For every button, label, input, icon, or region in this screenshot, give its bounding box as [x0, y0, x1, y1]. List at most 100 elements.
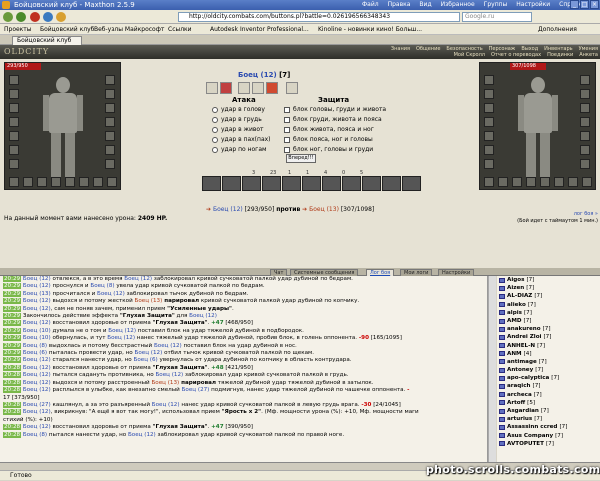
equip-slot[interactable]	[9, 131, 19, 141]
menu-settings[interactable]: Настройки	[516, 0, 550, 10]
game-menu-fights[interactable]: Поединки	[547, 52, 573, 58]
tab-my-logs[interactable]: Мои логи	[400, 269, 433, 276]
user-list-item[interactable]: AVTOPUTET [7]	[497, 440, 600, 448]
address-bar[interactable]: http://oldcity.combats.com/buttons.pl?ba…	[178, 12, 460, 22]
user-name[interactable]: AVTOPUTET	[507, 440, 544, 448]
user-name[interactable]: alieko	[507, 301, 526, 309]
user-name[interactable]: alpis	[507, 309, 522, 317]
log-player-name[interactable]: Боец (12)	[23, 409, 51, 415]
equip-slot[interactable]	[498, 177, 508, 187]
game-menu-transfers[interactable]: Отчет о переводах	[491, 52, 541, 58]
game-menu-scroll[interactable]: Мой Скролл	[454, 52, 485, 58]
log-player-name[interactable]: Боец (12)	[124, 276, 152, 282]
log-player-name[interactable]: Боец (12)	[97, 291, 125, 297]
user-name[interactable]: Aizen	[507, 284, 524, 292]
equip-slot[interactable]	[37, 177, 47, 187]
user-list-item[interactable]: archeca [7]	[497, 391, 600, 399]
radio-icon[interactable]	[212, 116, 218, 123]
tab-system-messages[interactable]: Системные сообщения	[290, 269, 359, 276]
log-player-name[interactable]: Боец (12)	[23, 365, 51, 371]
checkbox-icon[interactable]	[284, 106, 290, 113]
radio-icon[interactable]	[212, 126, 218, 133]
maximize-button[interactable]: □	[580, 0, 589, 9]
defense-option-3[interactable]: блок живота, пояса и ног	[284, 125, 374, 134]
equip-slot[interactable]	[512, 177, 522, 187]
defense-option-2[interactable]: блок груди, живота и пояса	[284, 115, 382, 124]
user-name[interactable]: arturius	[507, 415, 532, 423]
user-name[interactable]: apo-calyptica	[507, 374, 549, 382]
scroll-icon[interactable]	[252, 82, 264, 94]
user-list-item[interactable]: antimage [7]	[497, 358, 600, 366]
stop-icon[interactable]	[30, 12, 40, 22]
equip-slot[interactable]	[580, 159, 590, 169]
checkbox-icon[interactable]	[284, 146, 290, 153]
equip-slot[interactable]	[484, 75, 494, 85]
user-list-item[interactable]: Antoney [7]	[497, 366, 600, 374]
log-player-name[interactable]: Боец (8)	[90, 283, 114, 289]
attack-chest[interactable]: удар в грудь	[212, 115, 262, 124]
tab-chat[interactable]: Чат	[270, 269, 288, 276]
user-name[interactable]: Aigos	[507, 276, 524, 284]
fav-projects[interactable]: Проекты	[4, 24, 32, 35]
log-player-name[interactable]: Боец (27)	[23, 402, 51, 408]
minimize-button[interactable]: _	[570, 0, 579, 9]
skill-slot[interactable]	[342, 176, 361, 191]
log-player-name[interactable]: Боец (10)	[23, 328, 51, 334]
equip-slot[interactable]	[580, 75, 590, 85]
log-player-name[interactable]: Боец (13)	[151, 380, 179, 386]
refresh-battle-icon[interactable]	[286, 82, 298, 94]
fight-log-link[interactable]: лог боя »	[500, 211, 598, 218]
equip-slot[interactable]	[105, 75, 115, 85]
user-list-item[interactable]: Asgardian [7]	[497, 407, 600, 415]
user-list-item[interactable]: anakureno [7]	[497, 325, 600, 333]
user-name[interactable]: AL-DIAZ	[507, 292, 532, 300]
log-scrollbar[interactable]	[488, 276, 496, 462]
user-list-item[interactable]: AMD [7]	[497, 317, 600, 325]
vs-left-name[interactable]: Боец (12)	[213, 206, 243, 213]
skill-slot[interactable]	[282, 176, 301, 191]
attack-groin[interactable]: удар в пах(пах)	[212, 135, 271, 144]
log-player-name[interactable]: Боец (27)	[182, 387, 210, 393]
log-player-name[interactable]: Боец (12)	[23, 283, 51, 289]
user-name[interactable]: Antoney	[507, 366, 533, 374]
scroll-icon[interactable]	[238, 82, 250, 94]
game-menu-knowledge[interactable]: Знания	[391, 46, 410, 52]
user-name[interactable]: ANM	[507, 350, 522, 358]
tab-fight-log[interactable]: Лог боя	[366, 269, 395, 276]
equip-slot[interactable]	[107, 177, 117, 187]
log-player-name[interactable]: Боец (12)	[23, 380, 51, 386]
equip-slot[interactable]	[484, 131, 494, 141]
equip-slot[interactable]	[9, 117, 19, 127]
log-player-name[interactable]: Боец (12)	[23, 372, 51, 378]
game-menu-profile[interactable]: Анкета	[579, 52, 598, 58]
equip-slot[interactable]	[580, 117, 590, 127]
opponent-name-text[interactable]: Боец	[238, 71, 258, 79]
equip-slot[interactable]	[9, 75, 19, 85]
log-player-name[interactable]: Боец (8)	[23, 432, 47, 438]
user-list-item[interactable]: alpis [7]	[497, 309, 600, 317]
home-icon[interactable]	[56, 12, 66, 22]
checkbox-icon[interactable]	[284, 126, 290, 133]
radio-icon[interactable]	[212, 136, 218, 143]
vs-right-name[interactable]: Боец (13)	[309, 206, 339, 213]
log-player-name[interactable]: Боец (12)	[135, 350, 163, 356]
skill-slot[interactable]	[402, 176, 421, 191]
user-list-item[interactable]: apo-calyptica [7]	[497, 374, 600, 382]
close-button[interactable]: ×	[590, 0, 599, 9]
equip-slot[interactable]	[484, 159, 494, 169]
tab-combats[interactable]: Бойцовский клуб	[12, 36, 82, 45]
equip-slot[interactable]	[484, 117, 494, 127]
game-menu-chat[interactable]: Общение	[416, 46, 440, 52]
defense-option-5[interactable]: блок ног, головы и груди	[284, 145, 373, 154]
equip-slot[interactable]	[540, 177, 550, 187]
user-name[interactable]: AMD	[507, 317, 522, 325]
user-list-item[interactable]: araqich [7]	[497, 382, 600, 390]
equip-slot[interactable]	[568, 177, 578, 187]
log-player-name[interactable]: Боец (12)	[23, 276, 51, 282]
right-player-avatar[interactable]	[518, 77, 558, 181]
user-list-item[interactable]: Assassinn ccred [7]	[497, 423, 600, 431]
skill-slot[interactable]	[322, 176, 341, 191]
log-player-name[interactable]: Боец (12)	[155, 372, 183, 378]
defense-option-4[interactable]: блок пояса, ног и головы	[284, 135, 373, 144]
user-name[interactable]: archeca	[507, 391, 532, 399]
